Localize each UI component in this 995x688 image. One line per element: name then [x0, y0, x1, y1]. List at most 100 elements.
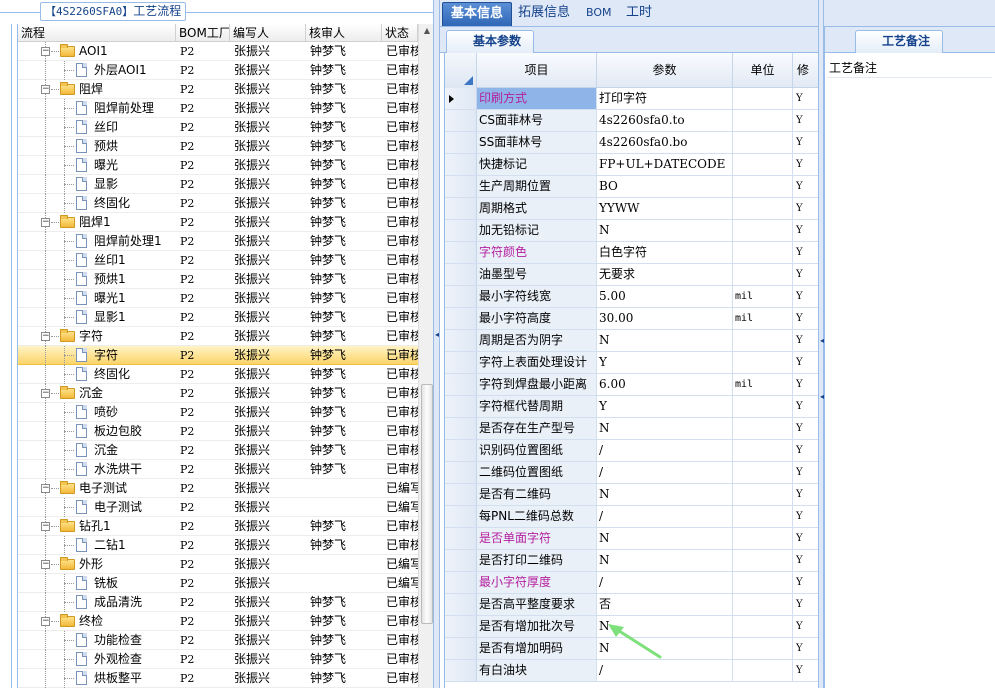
param-value-cell[interactable]: / [597, 462, 733, 484]
process-notes-field[interactable] [827, 77, 992, 677]
tree-row[interactable]: 预烘 P2 张振兴 钟梦飞 已审核 [18, 137, 418, 156]
param-unit-cell[interactable] [733, 110, 793, 132]
param-row[interactable]: 是否打印二维码 N Y [445, 550, 818, 572]
param-modify-cell[interactable]: Y [793, 220, 818, 242]
param-value-cell[interactable]: N [597, 484, 733, 506]
collapse-node-icon[interactable]: − [41, 47, 50, 56]
tab-work-hours[interactable]: 工时 [618, 2, 660, 26]
param-unit-cell[interactable] [733, 418, 793, 440]
row-indicator[interactable] [445, 330, 477, 352]
row-indicator[interactable] [445, 660, 477, 682]
param-row[interactable]: 最小字符线宽 5.00 mil Y [445, 286, 818, 308]
scroll-up-icon[interactable]: ▲ [419, 26, 433, 40]
splitter-left[interactable]: ◂ [433, 0, 440, 688]
tree-row[interactable]: − 字符 P2 张振兴 钟梦飞 已审核 [18, 327, 418, 346]
param-value-cell[interactable]: N [597, 550, 733, 572]
row-indicator[interactable] [445, 132, 477, 154]
param-modify-cell[interactable]: Y [793, 484, 818, 506]
param-value-cell[interactable]: BO [597, 176, 733, 198]
tree-row[interactable]: 预烘1 P2 张振兴 钟梦飞 已审核 [18, 270, 418, 289]
param-value-cell[interactable]: 无要求 [597, 264, 733, 286]
param-unit-cell[interactable] [733, 638, 793, 660]
param-value-cell[interactable]: Y [597, 352, 733, 374]
param-modify-cell[interactable]: Y [793, 132, 818, 154]
row-indicator[interactable] [445, 242, 477, 264]
tree-row[interactable]: 二钻1 P2 张振兴 钟梦飞 已审核 [18, 536, 418, 555]
param-row[interactable]: 快捷标记 FP+UL+DATECODE Y [445, 154, 818, 176]
param-modify-cell[interactable]: Y [793, 286, 818, 308]
tree-row[interactable]: 显影1 P2 张振兴 钟梦飞 已审核 [18, 308, 418, 327]
param-modify-cell[interactable]: Y [793, 506, 818, 528]
param-modify-cell[interactable]: Y [793, 374, 818, 396]
tab-basic-params[interactable]: 基本参数 [446, 30, 535, 53]
param-modify-cell[interactable]: Y [793, 594, 818, 616]
tree-row[interactable]: 外观检查 P2 张振兴 钟梦飞 已审核 [18, 650, 418, 669]
param-unit-cell[interactable] [733, 462, 793, 484]
collapse-node-icon[interactable]: − [41, 85, 50, 94]
param-modify-cell[interactable]: Y [793, 88, 818, 110]
tree-row[interactable]: 终固化 P2 张振兴 钟梦飞 已审核 [18, 365, 418, 384]
param-unit-cell[interactable] [733, 528, 793, 550]
collapse-node-icon[interactable]: − [41, 389, 50, 398]
tab-bom[interactable]: BOM [578, 2, 620, 26]
param-modify-cell[interactable]: Y [793, 352, 818, 374]
row-indicator[interactable] [445, 198, 477, 220]
param-row[interactable]: 识别码位置图纸 / Y [445, 440, 818, 462]
param-value-cell[interactable]: 6.00 [597, 374, 733, 396]
row-indicator[interactable] [445, 638, 477, 660]
col-header-param[interactable]: 参数 [597, 53, 733, 88]
param-unit-cell[interactable]: mil [733, 286, 793, 308]
param-unit-cell[interactable] [733, 572, 793, 594]
col-header-unit[interactable]: 单位 [733, 53, 793, 88]
tree-row[interactable]: 阻焊前处理1 P2 张振兴 钟梦飞 已审核 [18, 232, 418, 251]
param-row[interactable]: SS面菲林号 4s2260sfa0.bo Y [445, 132, 818, 154]
tab-extended-info[interactable]: 拓展信息 [510, 2, 578, 26]
col-header-process[interactable]: 流程 [18, 24, 176, 42]
tree-row[interactable]: 终固化 P2 张振兴 钟梦飞 已审核 [18, 194, 418, 213]
param-row[interactable]: 二维码位置图纸 / Y [445, 462, 818, 484]
grid-corner[interactable] [445, 53, 477, 88]
param-row[interactable]: 周期格式 YYWW Y [445, 198, 818, 220]
tree-row[interactable]: 曝光 P2 张振兴 钟梦飞 已审核 [18, 156, 418, 175]
col-header-writer[interactable]: 编写人 [230, 24, 306, 42]
tree-row[interactable]: − AOI1 P2 张振兴 钟梦飞 已审核 [18, 42, 418, 61]
param-unit-cell[interactable] [733, 264, 793, 286]
tab-basic-info[interactable]: 基本信息 [442, 2, 513, 26]
row-indicator[interactable] [445, 506, 477, 528]
tree-row[interactable]: − 外形 P2 张振兴 已编写 [18, 555, 418, 574]
scrollbar-thumb[interactable] [421, 384, 433, 624]
tree-row[interactable]: 烘板整平 P2 张振兴 钟梦飞 已审核 [18, 669, 418, 688]
param-modify-cell[interactable]: Y [793, 550, 818, 572]
param-row[interactable]: 字符上表面处理设计 Y Y [445, 352, 818, 374]
param-row[interactable]: 字符框代替周期 Y Y [445, 396, 818, 418]
param-modify-cell[interactable]: Y [793, 528, 818, 550]
row-indicator[interactable] [445, 528, 477, 550]
param-row[interactable]: 印刷方式 打印字符 Y [445, 88, 818, 110]
collapse-node-icon[interactable]: − [41, 484, 50, 493]
row-indicator[interactable] [445, 594, 477, 616]
param-modify-cell[interactable]: Y [793, 440, 818, 462]
param-modify-cell[interactable]: Y [793, 154, 818, 176]
param-unit-cell[interactable] [733, 220, 793, 242]
row-indicator[interactable] [445, 88, 477, 110]
param-row[interactable]: 加无铅标记 N Y [445, 220, 818, 242]
row-indicator[interactable] [445, 462, 477, 484]
row-indicator[interactable] [445, 220, 477, 242]
param-modify-cell[interactable]: Y [793, 264, 818, 286]
param-unit-cell[interactable] [733, 352, 793, 374]
row-indicator[interactable] [445, 264, 477, 286]
tree-row[interactable]: 外层AOI1 P2 张振兴 钟梦飞 已审核 [18, 61, 418, 80]
row-indicator[interactable] [445, 308, 477, 330]
tree-row[interactable]: − 阻焊 P2 张振兴 钟梦飞 已审核 [18, 80, 418, 99]
param-modify-cell[interactable]: Y [793, 198, 818, 220]
row-indicator[interactable] [445, 176, 477, 198]
param-unit-cell[interactable] [733, 484, 793, 506]
param-row[interactable]: 是否高平整度要求否 Y [445, 594, 818, 616]
param-unit-cell[interactable] [733, 550, 793, 572]
col-header-reviewer[interactable]: 核审人 [306, 24, 382, 42]
param-value-cell[interactable]: FP+UL+DATECODE [597, 154, 733, 176]
col-header-bom-factory[interactable]: BOM工厂 [176, 24, 230, 42]
tree-row[interactable]: 字符 P2 张振兴 钟梦飞 已审核 [18, 346, 418, 365]
param-value-cell[interactable]: 打印字符 [597, 88, 733, 110]
param-modify-cell[interactable]: Y [793, 660, 818, 682]
